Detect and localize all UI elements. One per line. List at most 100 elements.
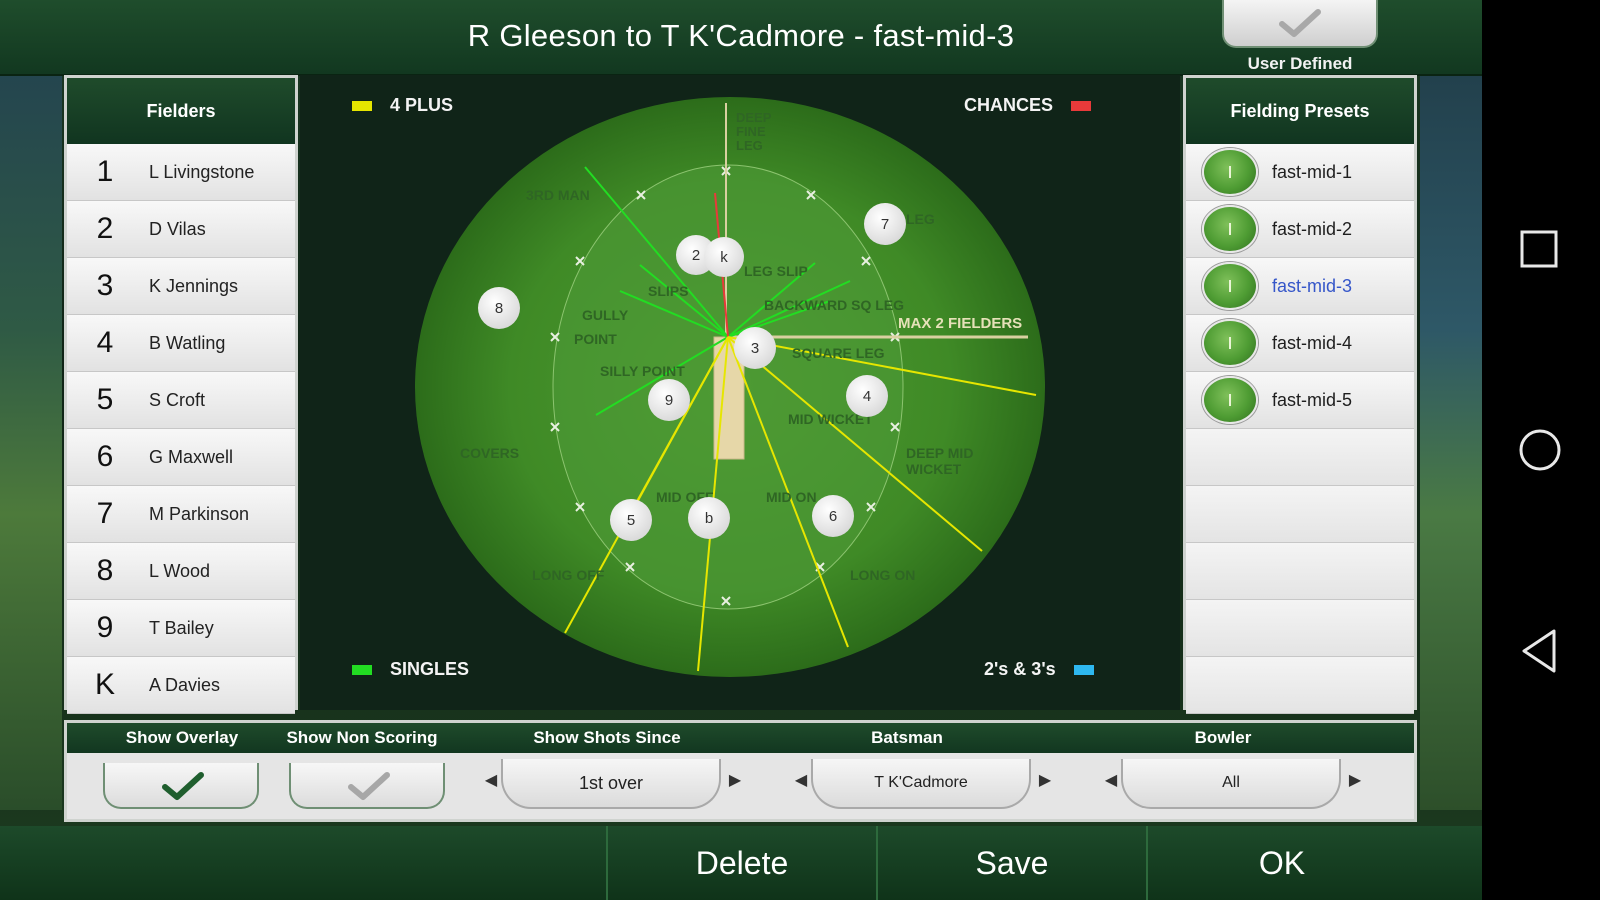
fielder-number: 2 <box>96 212 114 245</box>
fielder-name: G Maxwell <box>149 446 234 467</box>
preset-name: fast-mid-4 <box>1272 332 1353 353</box>
fielder-row[interactable]: 5 S Croft <box>67 372 295 429</box>
show-shots-since-label: Show Shots Since <box>533 728 681 747</box>
chevron-right-icon[interactable]: ▶ <box>725 769 745 793</box>
back-icon[interactable] <box>1518 627 1562 675</box>
preset-row-empty <box>1186 543 1414 600</box>
shots-since-stepper[interactable]: ◀ 1st over ▶ <box>475 759 775 813</box>
fielder-name: L Livingstone <box>149 161 255 182</box>
preset-row-selected[interactable]: fast-mid-3 <box>1186 258 1414 315</box>
chevron-right-icon[interactable]: ▶ <box>1035 769 1055 793</box>
fielder-marker[interactable]: 4 <box>846 375 888 417</box>
bowler-stepper[interactable]: ◀ All ▶ <box>1095 759 1395 813</box>
check-icon <box>162 772 204 800</box>
chevron-left-icon[interactable]: ◀ <box>481 769 501 793</box>
chevron-left-icon[interactable]: ◀ <box>791 769 811 793</box>
preset-name: fast-mid-1 <box>1272 161 1353 182</box>
position-label: LEG <box>906 211 935 227</box>
field-preset-icon <box>1202 319 1258 367</box>
preset-name: fast-mid-2 <box>1272 218 1353 239</box>
save-button[interactable]: Save <box>876 826 1146 900</box>
fielder-name: B Watling <box>149 332 226 353</box>
bowler-label: Bowler <box>1194 728 1252 747</box>
user-defined-label: User Defined <box>1247 54 1353 73</box>
fielder-name: D Vilas <box>149 218 206 239</box>
fielder-row[interactable]: 6 G Maxwell <box>67 429 295 486</box>
chevron-left-icon[interactable]: ◀ <box>1101 769 1121 793</box>
android-nav-bar <box>1482 0 1600 900</box>
fielders-header: Fielders <box>67 78 295 144</box>
batsman-label: Batsman <box>871 728 943 747</box>
fielder-name: T Bailey <box>149 617 214 638</box>
position-label: LONG OFF <box>532 567 605 583</box>
fielder-number: 9 <box>96 611 114 644</box>
fielder-row[interactable]: K A Davies <box>67 657 295 714</box>
delete-button[interactable]: Delete <box>606 826 876 900</box>
footer-bar: Delete Save OK <box>0 826 1482 900</box>
twos-threes-swatch <box>1073 664 1094 675</box>
fielder-row[interactable]: 7 M Parkinson <box>67 486 295 543</box>
fielder-row[interactable]: 1 L Livingstone <box>67 144 295 201</box>
fielder-row[interactable]: 8 L Wood <box>67 543 295 600</box>
fielders-panel: Fielders 1 L Livingstone 2 D Vilas 3 K Jenn… <box>64 75 298 714</box>
cricket-field[interactable] <box>300 75 1180 710</box>
recents-icon[interactable] <box>1518 228 1562 272</box>
preset-name: fast-mid-3 <box>1272 275 1353 296</box>
presets-header: Fielding Presets <box>1186 78 1414 144</box>
max-fielders-label: MAX 2 FIELDERS <box>898 315 1023 332</box>
check-icon <box>348 772 390 800</box>
fielding-presets-panel: Fielding Presets fast-mid-1 fast-mid-2 f… <box>1183 75 1417 714</box>
singles-swatch <box>352 664 372 675</box>
show-non-scoring-toggle[interactable] <box>289 763 445 809</box>
fielder-row[interactable]: 9 T Bailey <box>67 600 295 657</box>
position-label: POINT <box>574 331 617 347</box>
field-view[interactable]: DEEP FINE LEG 3RD MAN LEG SLIP SLIPS GUL… <box>300 75 1180 710</box>
fielder-name: A Davies <box>149 674 221 695</box>
position-label: MID ON <box>766 489 817 505</box>
fielder-marker[interactable]: 7 <box>864 203 906 245</box>
position-label: SQUARE LEG <box>792 345 885 361</box>
fielder-number: 3 <box>96 269 114 302</box>
legend-twos-threes: 2's & 3's <box>984 659 1094 680</box>
twos-threes-label: 2's & 3's <box>984 659 1056 679</box>
fielder-row[interactable]: 3 K Jennings <box>67 258 295 315</box>
shots-since-value: 1st over <box>501 759 721 809</box>
fielder-marker[interactable]: 8 <box>478 287 520 329</box>
app-window: R Gleeson to T K'Cadmore - fast-mid-3 Us… <box>0 0 1482 900</box>
fielder-marker[interactable]: 5 <box>610 499 652 541</box>
field-preset-icon <box>1202 205 1258 253</box>
home-icon[interactable] <box>1518 427 1564 473</box>
fielder-number: 1 <box>96 155 114 188</box>
legend-singles: SINGLES <box>352 659 469 680</box>
overlay-controls: Show Overlay Show Non Scoring Show Shots… <box>64 720 1417 822</box>
fielder-number: 8 <box>96 554 114 587</box>
show-overlay-label: Show Overlay <box>125 728 239 747</box>
fielder-row[interactable]: 4 B Watling <box>67 315 295 372</box>
fielder-name: L Wood <box>149 560 211 581</box>
preset-row-empty <box>1186 657 1414 714</box>
chances-label: CHANCES <box>964 95 1054 115</box>
fielder-marker[interactable]: b <box>688 497 730 539</box>
fielder-number: K <box>94 668 115 701</box>
fielder-marker[interactable]: 6 <box>812 495 854 537</box>
ok-button[interactable]: OK <box>1146 826 1416 900</box>
position-label: LEG SLIP <box>744 263 808 279</box>
fielder-number: 6 <box>96 440 114 473</box>
chevron-right-icon[interactable]: ▶ <box>1345 769 1365 793</box>
fielder-number: 7 <box>96 497 114 530</box>
preset-row[interactable]: fast-mid-2 <box>1186 201 1414 258</box>
user-defined-toggle[interactable] <box>1222 0 1378 48</box>
fielder-marker[interactable]: 9 <box>648 379 690 421</box>
fielder-row[interactable]: 2 D Vilas <box>67 201 295 258</box>
preset-row[interactable]: fast-mid-4 <box>1186 315 1414 372</box>
fielder-number: 5 <box>96 383 114 416</box>
position-label: GULLY <box>582 307 629 323</box>
stadium-background-left <box>0 70 62 810</box>
fielder-marker[interactable]: 3 <box>734 327 776 369</box>
preset-row[interactable]: fast-mid-1 <box>1186 144 1414 201</box>
fielder-marker[interactable]: k <box>704 237 744 277</box>
show-overlay-toggle[interactable] <box>103 763 259 809</box>
field-preset-icon <box>1202 262 1258 310</box>
batsman-stepper[interactable]: ◀ T K'Cadmore ▶ <box>785 759 1085 813</box>
preset-row[interactable]: fast-mid-5 <box>1186 372 1414 429</box>
